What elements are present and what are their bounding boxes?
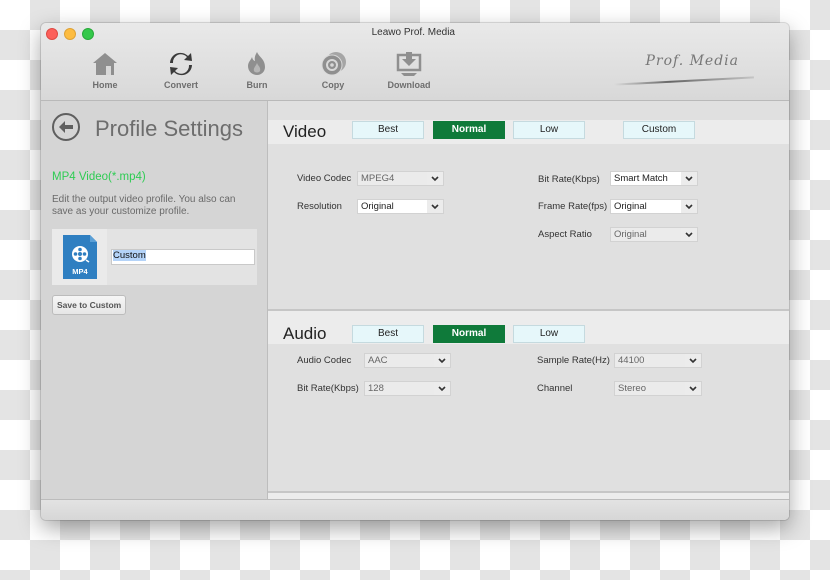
audio-preset-best[interactable]: Best — [352, 325, 424, 343]
output-format: MP4 Video(*.mp4) — [52, 171, 146, 183]
sample-rate-value: 44100 — [618, 355, 645, 366]
toolbar-convert-label: Convert — [163, 80, 198, 90]
aspect-ratio-select[interactable]: Original — [610, 227, 698, 242]
settings-panel: Video Best Normal Low Custom Video Codec… — [268, 101, 789, 520]
sample-rate-label: Sample Rate(Hz) — [537, 355, 610, 366]
video-bitrate-select[interactable]: Smart Match — [610, 171, 698, 186]
audio-preset-low[interactable]: Low — [513, 325, 585, 343]
toolbar-download-label: Download — [387, 80, 431, 90]
profile-description: Edit the output video profile. You also … — [52, 194, 236, 217]
video-codec-label: Video Codec — [297, 173, 352, 184]
video-bitrate-label: Bit Rate(Kbps) — [538, 174, 600, 185]
aspect-ratio-value: Original — [614, 229, 647, 240]
toolbar-download[interactable]: Download — [371, 51, 447, 90]
chevron-down-icon — [685, 354, 701, 367]
minimize-button[interactable] — [64, 28, 76, 40]
video-codec-select[interactable]: MPEG4 — [357, 171, 444, 186]
chevron-down-icon — [434, 354, 450, 367]
frame-rate-value: Original — [614, 201, 647, 212]
channel-select[interactable]: Stereo — [614, 381, 702, 396]
toolbar-copy[interactable]: Copy — [295, 51, 371, 90]
page-title: Profile Settings — [95, 116, 243, 141]
audio-bitrate-value: 128 — [368, 383, 384, 394]
resolution-select[interactable]: Original — [357, 199, 444, 214]
burn-icon — [248, 52, 265, 75]
channel-label: Channel — [537, 383, 573, 394]
video-preset-low[interactable]: Low — [513, 121, 585, 139]
frame-rate-label: Frame Rate(fps) — [538, 201, 608, 212]
video-section-title: Video — [283, 122, 327, 141]
back-button[interactable] — [52, 113, 80, 141]
window-controls — [46, 28, 94, 40]
video-preset-best[interactable]: Best — [352, 121, 424, 139]
audio-codec-label: Audio Codec — [297, 355, 352, 366]
video-preset-normal[interactable]: Normal — [433, 121, 505, 139]
chevron-down-icon — [427, 200, 443, 213]
audio-preset-normal[interactable]: Normal — [433, 325, 505, 343]
frame-rate-select[interactable]: Original — [610, 199, 698, 214]
zoom-button[interactable] — [82, 28, 94, 40]
file-badge-text: MP4 — [72, 267, 88, 276]
title-bar: Leawo Prof. Media Home Convert Burn Copy… — [41, 23, 789, 101]
status-bar — [41, 499, 789, 520]
profile-name-value: Custom — [113, 250, 146, 261]
audio-codec-select[interactable]: AAC — [364, 353, 451, 368]
toolbar: Home Convert Burn Copy Download — [67, 51, 447, 90]
audio-bitrate-select[interactable]: 128 — [364, 381, 451, 396]
window-title: Leawo Prof. Media — [371, 27, 455, 38]
app-window: Leawo Prof. Media Home Convert Burn Copy… — [41, 23, 789, 520]
video-preset-custom[interactable]: Custom — [623, 121, 695, 139]
toolbar-home[interactable]: Home — [67, 51, 143, 90]
chevron-down-icon — [681, 172, 697, 185]
toolbar-convert[interactable]: Convert — [143, 51, 219, 90]
close-button[interactable] — [46, 28, 58, 40]
channel-value: Stereo — [618, 383, 646, 394]
toolbar-burn-label: Burn — [246, 80, 268, 90]
resolution-label: Resolution — [297, 201, 342, 212]
aspect-ratio-label: Aspect Ratio — [538, 229, 592, 240]
video-bitrate-value: Smart Match — [614, 173, 668, 184]
toolbar-burn[interactable]: Burn — [219, 51, 295, 90]
sample-rate-select[interactable]: 44100 — [614, 353, 702, 368]
mp4-file-icon: MP4 — [63, 235, 97, 279]
convert-icon — [170, 52, 192, 76]
profile-name-input[interactable]: Custom — [111, 249, 255, 265]
save-to-custom-button[interactable]: Save to Custom — [52, 295, 127, 315]
download-icon — [396, 52, 422, 76]
arrow-left-icon — [59, 121, 73, 133]
audio-codec-value: AAC — [368, 355, 388, 366]
home-icon — [93, 53, 117, 75]
chevron-down-icon — [427, 172, 443, 185]
chevron-down-icon — [681, 200, 697, 213]
toolbar-copy-label: Copy — [321, 80, 345, 90]
copy-icon — [321, 52, 346, 76]
resolution-value: Original — [361, 201, 394, 212]
file-icon-tile: MP4 — [52, 229, 107, 285]
audio-section-title: Audio — [283, 324, 327, 343]
profile-panel: Profile Settings MP4 Video(*.mp4) Edit t… — [41, 101, 268, 499]
video-codec-value: MPEG4 — [361, 173, 395, 184]
chevron-down-icon — [685, 382, 701, 395]
brand-logo: Prof. Media — [645, 53, 739, 69]
brand-underline — [614, 76, 754, 86]
audio-bitrate-label: Bit Rate(Kbps) — [297, 383, 359, 394]
chevron-down-icon — [681, 228, 697, 241]
profile-name-box: MP4 Custom — [52, 229, 257, 285]
toolbar-home-label: Home — [92, 80, 118, 90]
chevron-down-icon — [434, 382, 450, 395]
